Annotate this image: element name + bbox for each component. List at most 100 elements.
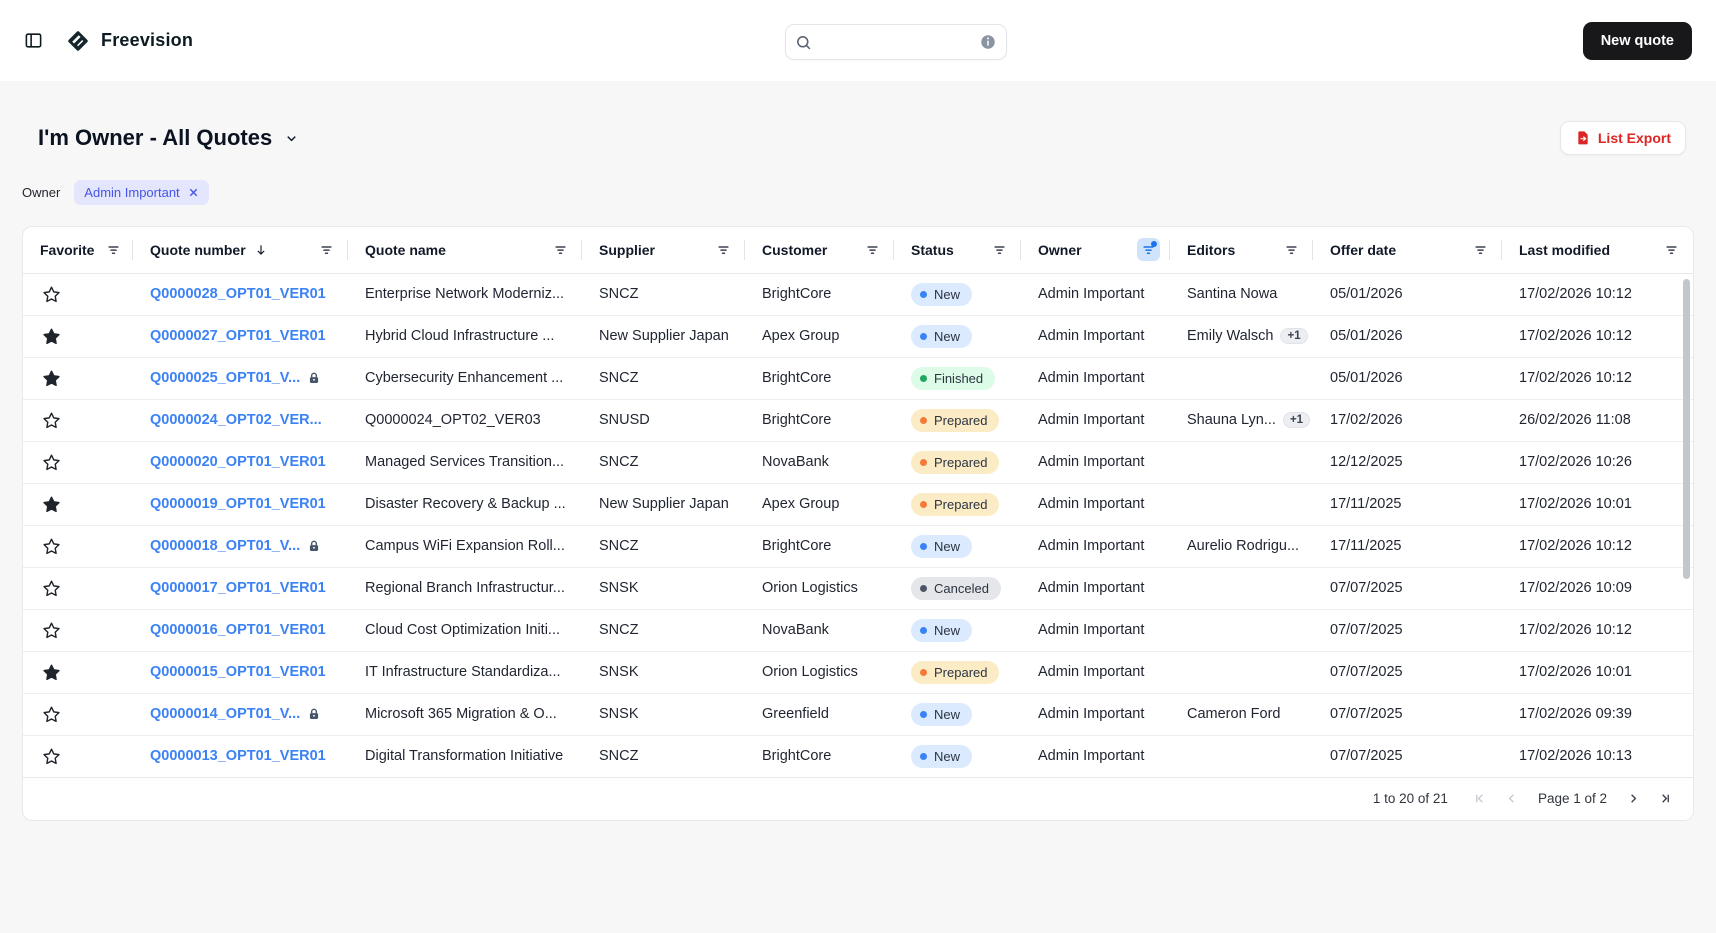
table-row[interactable]: Q0000015_OPT01_VER01 IT Infrastructure S… bbox=[23, 651, 1693, 693]
search-icon bbox=[795, 34, 812, 51]
list-export-button[interactable]: List Export bbox=[1560, 121, 1686, 155]
column-filter-button-last_modified[interactable] bbox=[1660, 238, 1683, 261]
favorite-star-button[interactable] bbox=[40, 493, 63, 516]
column-header-status[interactable]: Status bbox=[894, 227, 1021, 273]
new-quote-button[interactable]: New quote bbox=[1583, 22, 1692, 60]
quote-number-link[interactable]: Q0000017_OPT01_VER01 bbox=[150, 580, 326, 596]
supplier-cell: New Supplier Japan bbox=[582, 315, 745, 357]
table-row[interactable]: Q0000014_OPT01_V... Microsoft 365 Migrat… bbox=[23, 693, 1693, 735]
table-row[interactable]: Q0000024_OPT02_VER... Q0000024_OPT02_VER… bbox=[23, 399, 1693, 441]
status-cell: Prepared bbox=[894, 651, 1021, 693]
table-row[interactable]: Q0000027_OPT01_VER01 Hybrid Cloud Infras… bbox=[23, 315, 1693, 357]
favorite-star-button[interactable] bbox=[40, 451, 63, 474]
app-logo[interactable]: Freevision bbox=[65, 28, 193, 54]
favorite-star-button[interactable] bbox=[40, 535, 63, 558]
favorite-star-button[interactable] bbox=[40, 661, 63, 684]
info-icon[interactable] bbox=[979, 33, 997, 51]
star-icon bbox=[42, 621, 61, 640]
column-filter-button-quote_number[interactable] bbox=[315, 238, 338, 261]
column-header-quote_number[interactable]: Quote number bbox=[133, 227, 348, 273]
first-page-button[interactable] bbox=[1468, 786, 1493, 811]
table-row[interactable]: Q0000013_OPT01_VER01 Digital Transformat… bbox=[23, 735, 1693, 777]
favorite-star-button[interactable] bbox=[40, 283, 63, 306]
quote-number-link[interactable]: Q0000014_OPT01_V... bbox=[150, 706, 300, 722]
status-badge: New bbox=[911, 535, 972, 558]
column-filter-button-favorite[interactable] bbox=[102, 238, 125, 261]
table-row[interactable]: Q0000019_OPT01_VER01 Disaster Recovery &… bbox=[23, 483, 1693, 525]
favorite-star-button[interactable] bbox=[40, 409, 63, 432]
column-filter-button-status[interactable] bbox=[988, 238, 1011, 261]
quote-number-link[interactable]: Q0000020_OPT01_VER01 bbox=[150, 454, 326, 470]
editors-more-badge[interactable]: +1 bbox=[1280, 328, 1307, 344]
favorite-star-button[interactable] bbox=[40, 325, 63, 348]
view-selector[interactable]: I'm Owner - All Quotes bbox=[38, 125, 299, 151]
quote-number-link[interactable]: Q0000028_OPT01_VER01 bbox=[150, 286, 326, 302]
editors-more-badge[interactable]: +1 bbox=[1283, 412, 1310, 428]
quote-number-link[interactable]: Q0000018_OPT01_V... bbox=[150, 538, 300, 554]
filter-chip-admin-important[interactable]: Admin Important bbox=[74, 180, 208, 205]
column-filter-button-editors[interactable] bbox=[1280, 238, 1303, 261]
favorite-star-button[interactable] bbox=[40, 703, 63, 726]
quote-number-link[interactable]: Q0000013_OPT01_VER01 bbox=[150, 748, 326, 764]
favorite-cell bbox=[23, 693, 133, 735]
column-filter-button-offer_date[interactable] bbox=[1469, 238, 1492, 261]
table-row[interactable]: Q0000016_OPT01_VER01 Cloud Cost Optimiza… bbox=[23, 609, 1693, 651]
column-filter-button-owner[interactable] bbox=[1137, 238, 1160, 261]
quote-number-cell: Q0000014_OPT01_V... bbox=[133, 693, 348, 735]
chip-close-icon[interactable] bbox=[188, 187, 199, 198]
status-dot-icon bbox=[920, 627, 927, 634]
table-row[interactable]: Q0000018_OPT01_V... Campus WiFi Expansio… bbox=[23, 525, 1693, 567]
customer-cell: Orion Logistics bbox=[745, 651, 894, 693]
column-header-last_modified[interactable]: Last modified bbox=[1502, 227, 1693, 273]
table-row[interactable]: Q0000020_OPT01_VER01 Managed Services Tr… bbox=[23, 441, 1693, 483]
offer-date-cell: 07/07/2025 bbox=[1313, 735, 1502, 777]
column-header-customer[interactable]: Customer bbox=[745, 227, 894, 273]
sidebar-toggle-button[interactable] bbox=[24, 31, 43, 50]
status-label: New bbox=[934, 749, 960, 764]
owner-cell: Admin Important bbox=[1021, 399, 1170, 441]
previous-page-button[interactable] bbox=[1499, 786, 1524, 811]
column-filter-button-supplier[interactable] bbox=[712, 238, 735, 261]
global-search[interactable] bbox=[785, 24, 1007, 60]
editors-cell bbox=[1170, 567, 1313, 609]
editors-cell: Emily Walsch +1 bbox=[1170, 315, 1313, 357]
column-header-owner[interactable]: Owner bbox=[1021, 227, 1170, 273]
column-filter-button-quote_name[interactable] bbox=[549, 238, 572, 261]
quote-number-link[interactable]: Q0000016_OPT01_VER01 bbox=[150, 622, 326, 638]
quote-number-link[interactable]: Q0000019_OPT01_VER01 bbox=[150, 496, 326, 512]
editors-cell bbox=[1170, 651, 1313, 693]
editors-cell: Cameron Ford bbox=[1170, 693, 1313, 735]
table-row[interactable]: Q0000028_OPT01_VER01 Enterprise Network … bbox=[23, 273, 1693, 315]
editors-cell: Shauna Lyn... +1 bbox=[1170, 399, 1313, 441]
search-input[interactable] bbox=[812, 35, 979, 50]
favorite-star-button[interactable] bbox=[40, 619, 63, 642]
quote-number-link[interactable]: Q0000027_OPT01_VER01 bbox=[150, 328, 326, 344]
export-file-icon bbox=[1575, 130, 1591, 146]
table-scrollbar[interactable] bbox=[1683, 279, 1690, 579]
owner-cell: Admin Important bbox=[1021, 315, 1170, 357]
table-row[interactable]: Q0000025_OPT01_V... Cybersecurity Enhanc… bbox=[23, 357, 1693, 399]
quote-number-link[interactable]: Q0000024_OPT02_VER... bbox=[150, 412, 322, 428]
column-filter-button-customer[interactable] bbox=[861, 238, 884, 261]
column-header-quote_name[interactable]: Quote name bbox=[348, 227, 582, 273]
column-header-favorite[interactable]: Favorite bbox=[23, 227, 133, 273]
column-header-editors[interactable]: Editors bbox=[1170, 227, 1313, 273]
sort-desc-icon[interactable] bbox=[254, 243, 268, 257]
column-label: Supplier bbox=[599, 242, 655, 258]
last-page-button[interactable] bbox=[1652, 786, 1677, 811]
column-header-supplier[interactable]: Supplier bbox=[582, 227, 745, 273]
status-dot-icon bbox=[920, 459, 927, 466]
chevron-right-icon bbox=[1626, 791, 1641, 806]
favorite-star-button[interactable] bbox=[40, 577, 63, 600]
customer-cell: BrightCore bbox=[745, 399, 894, 441]
favorite-star-button[interactable] bbox=[40, 745, 63, 768]
pagination-range: 1 to 20 of 21 bbox=[1373, 791, 1448, 806]
status-cell: New bbox=[894, 735, 1021, 777]
table-row[interactable]: Q0000017_OPT01_VER01 Regional Branch Inf… bbox=[23, 567, 1693, 609]
next-page-button[interactable] bbox=[1621, 786, 1646, 811]
quote-number-link[interactable]: Q0000025_OPT01_V... bbox=[150, 370, 300, 386]
customer-cell: Apex Group bbox=[745, 315, 894, 357]
column-header-offer_date[interactable]: Offer date bbox=[1313, 227, 1502, 273]
favorite-star-button[interactable] bbox=[40, 367, 63, 390]
quote-number-link[interactable]: Q0000015_OPT01_VER01 bbox=[150, 664, 326, 680]
